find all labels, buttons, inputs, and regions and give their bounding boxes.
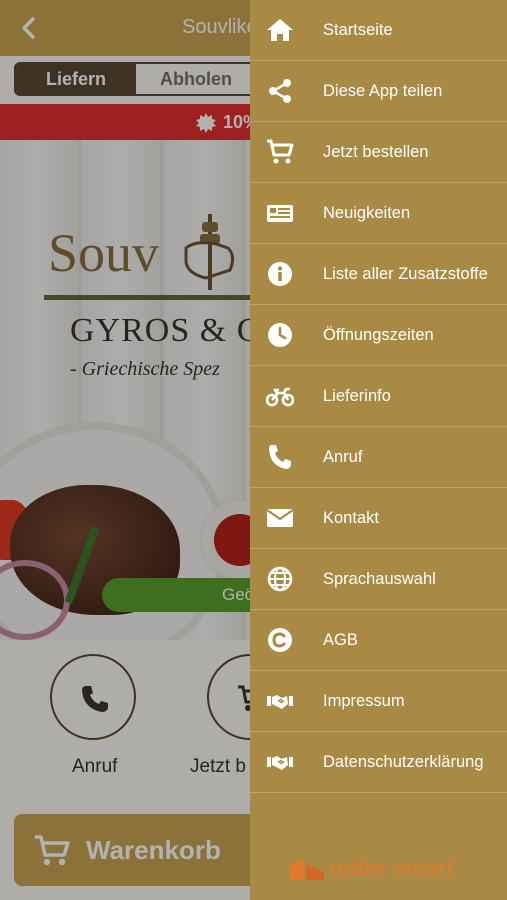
menu-item-news[interactable]: Neuigkeiten xyxy=(250,183,507,244)
order-smart-logo-icon xyxy=(290,858,324,880)
menu-item-call[interactable]: Anruf xyxy=(250,427,507,488)
globe-icon xyxy=(266,566,294,592)
menu-item-label: Neuigkeiten xyxy=(323,204,411,222)
menu-item-additives[interactable]: Liste aller Zusatzstoffe xyxy=(250,244,507,305)
copyright-icon xyxy=(266,627,294,653)
phone-icon xyxy=(266,444,294,470)
news-icon xyxy=(266,200,294,226)
menu-item-language[interactable]: Sprachauswahl xyxy=(250,549,507,610)
menu-item-label: Liste aller Zusatzstoffe xyxy=(323,265,488,283)
info-icon xyxy=(266,261,294,287)
menu-item-imprint[interactable]: Impressum xyxy=(250,671,507,732)
drawer-menu: Startseite Diese App teilen Jetzt bestel… xyxy=(250,0,507,793)
handshake-icon xyxy=(266,688,294,714)
share-icon xyxy=(266,78,294,104)
cart-icon xyxy=(266,139,294,165)
home-icon xyxy=(266,17,294,43)
envelope-icon xyxy=(266,505,294,531)
navigation-drawer: Startseite Diese App teilen Jetzt bestel… xyxy=(250,0,507,900)
menu-item-order[interactable]: Jetzt bestellen xyxy=(250,122,507,183)
motorcycle-icon xyxy=(266,383,294,409)
menu-item-label: Sprachauswahl xyxy=(323,570,436,588)
menu-item-contact[interactable]: Kontakt xyxy=(250,488,507,549)
menu-item-label: Diese App teilen xyxy=(323,82,443,100)
order-smart-brand: order smart xyxy=(330,855,453,882)
menu-item-label: Lieferinfo xyxy=(323,387,391,405)
menu-item-label: Datenschutzerklärung xyxy=(323,753,484,771)
menu-item-privacy[interactable]: Datenschutzerklärung xyxy=(250,732,507,793)
menu-item-label: Impressum xyxy=(323,692,405,710)
handshake-icon xyxy=(266,749,294,775)
menu-item-label: Öffnungszeiten xyxy=(323,326,434,344)
menu-item-opening-hours[interactable]: Öffnungszeiten xyxy=(250,305,507,366)
menu-item-agb[interactable]: AGB xyxy=(250,610,507,671)
menu-item-share[interactable]: Diese App teilen xyxy=(250,61,507,122)
menu-item-label: Kontakt xyxy=(323,509,379,527)
menu-item-delivery-info[interactable]: Lieferinfo xyxy=(250,366,507,427)
menu-item-label: AGB xyxy=(323,631,358,649)
menu-item-label: Jetzt bestellen xyxy=(323,143,429,161)
menu-item-label: Startseite xyxy=(323,21,393,39)
order-smart-logo: order smart xyxy=(290,855,490,885)
menu-item-label: Anruf xyxy=(323,448,363,466)
menu-item-startseite[interactable]: Startseite xyxy=(250,0,507,61)
clock-icon xyxy=(266,322,294,348)
